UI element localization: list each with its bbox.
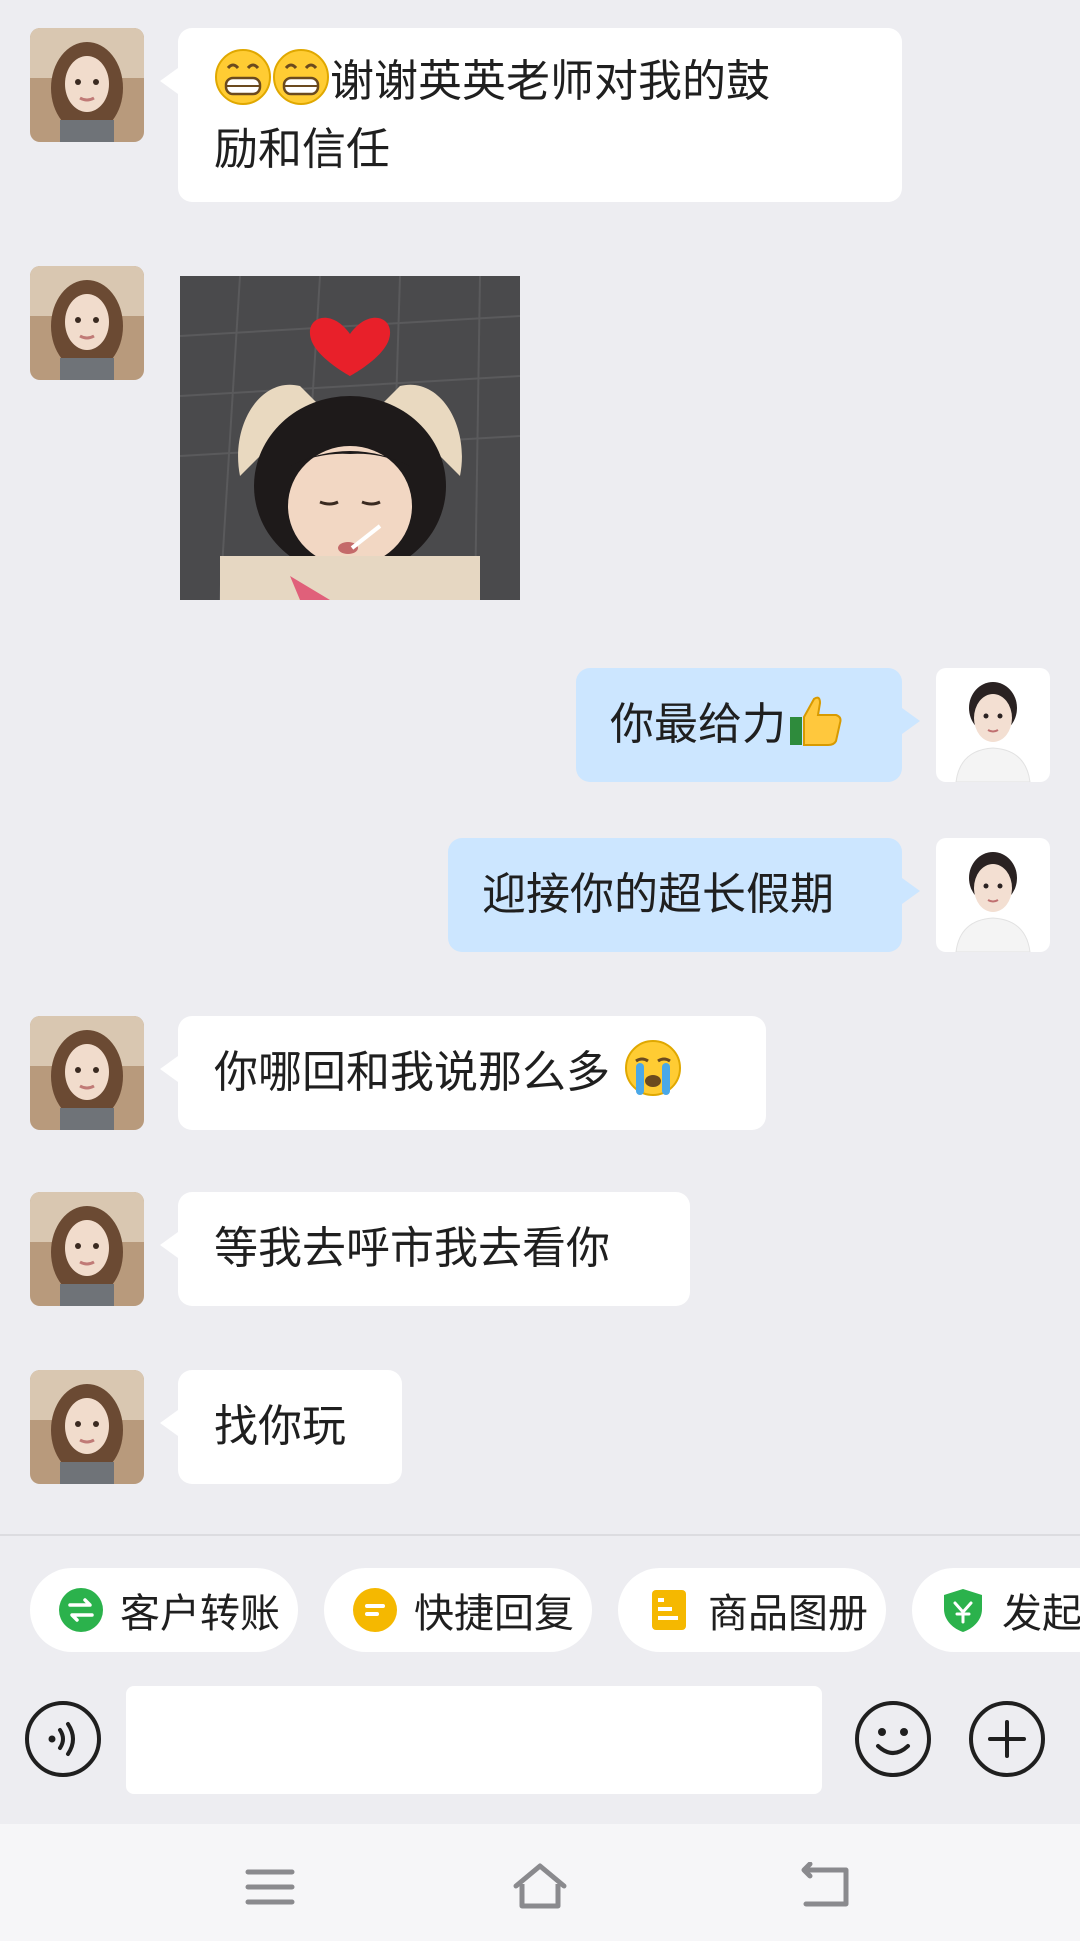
plus-icon	[969, 1701, 1045, 1777]
grin-icon	[272, 48, 330, 106]
back-icon	[801, 1862, 849, 1907]
quick-action-initiate[interactable]: 发起	[912, 1568, 1080, 1652]
chip-label: 客户转账	[120, 1591, 280, 1637]
quick-action-transfer[interactable]: 客户转账	[30, 1568, 298, 1652]
message-text: 谢谢英英老师对我的鼓	[330, 56, 770, 107]
contact-avatar[interactable]	[30, 266, 144, 380]
user-avatar[interactable]	[936, 668, 1050, 782]
contact-avatar[interactable]	[30, 28, 144, 142]
chat-screen: 谢谢英英老师对我的鼓 励和信任 你最给力 迎接你的超长假期 你哪回和我说那么多 …	[0, 0, 1080, 1941]
message-bubble[interactable]: 谢谢英英老师对我的鼓 励和信任	[160, 28, 902, 202]
smiley-icon	[855, 1701, 931, 1777]
quick-action-bar: 客户转账 快捷回复 商品图册 发起	[0, 1534, 1080, 1684]
message-text: 等我去呼市我去看你	[214, 1223, 610, 1274]
quick-reply-icon	[352, 1587, 398, 1633]
thumbs-up-icon	[786, 691, 844, 749]
message-input-bar	[0, 1682, 1080, 1824]
message-bubble[interactable]: 你最给力	[576, 668, 920, 782]
catalog-icon	[646, 1587, 692, 1633]
message-input[interactable]	[126, 1686, 822, 1794]
message-bubble[interactable]: 迎接你的超长假期	[448, 838, 920, 952]
message-bubble[interactable]: 你哪回和我说那么多	[160, 1016, 766, 1130]
chip-label: 发起	[1002, 1591, 1080, 1637]
quick-action-catalog[interactable]: 商品图册	[618, 1568, 886, 1652]
emoji-button[interactable]	[854, 1700, 932, 1778]
chip-label: 商品图册	[708, 1591, 868, 1637]
menu-icon	[245, 1869, 295, 1905]
quick-action-quick-reply[interactable]: 快捷回复	[324, 1568, 592, 1652]
message-text: 你最给力	[610, 699, 786, 750]
chip-label: 快捷回复	[414, 1591, 574, 1637]
transfer-icon	[58, 1587, 104, 1633]
shield-icon	[940, 1587, 986, 1633]
user-avatar[interactable]	[936, 838, 1050, 952]
contact-avatar[interactable]	[30, 1192, 144, 1306]
voice-button[interactable]	[24, 1700, 102, 1778]
menu-button[interactable]	[240, 1862, 300, 1912]
heart-hands-sticker[interactable]	[180, 276, 520, 600]
more-button[interactable]	[968, 1700, 1046, 1778]
message-text: 励和信任	[214, 124, 390, 175]
contact-avatar[interactable]	[30, 1370, 144, 1484]
message-bubble[interactable]: 等我去呼市我去看你	[160, 1192, 690, 1306]
system-nav-bar	[0, 1824, 1080, 1941]
message-text: 你哪回和我说那么多	[214, 1047, 610, 1098]
home-button[interactable]	[510, 1862, 570, 1912]
crying-face-icon	[624, 1039, 682, 1097]
home-icon	[513, 1863, 567, 1909]
back-button[interactable]	[796, 1862, 856, 1912]
message-text: 迎接你的超长假期	[482, 869, 834, 920]
voice-icon	[25, 1701, 101, 1777]
grin-icon	[214, 48, 272, 106]
message-text: 找你玩	[214, 1401, 346, 1452]
contact-avatar[interactable]	[30, 1016, 144, 1130]
message-bubble[interactable]: 找你玩	[160, 1370, 402, 1484]
